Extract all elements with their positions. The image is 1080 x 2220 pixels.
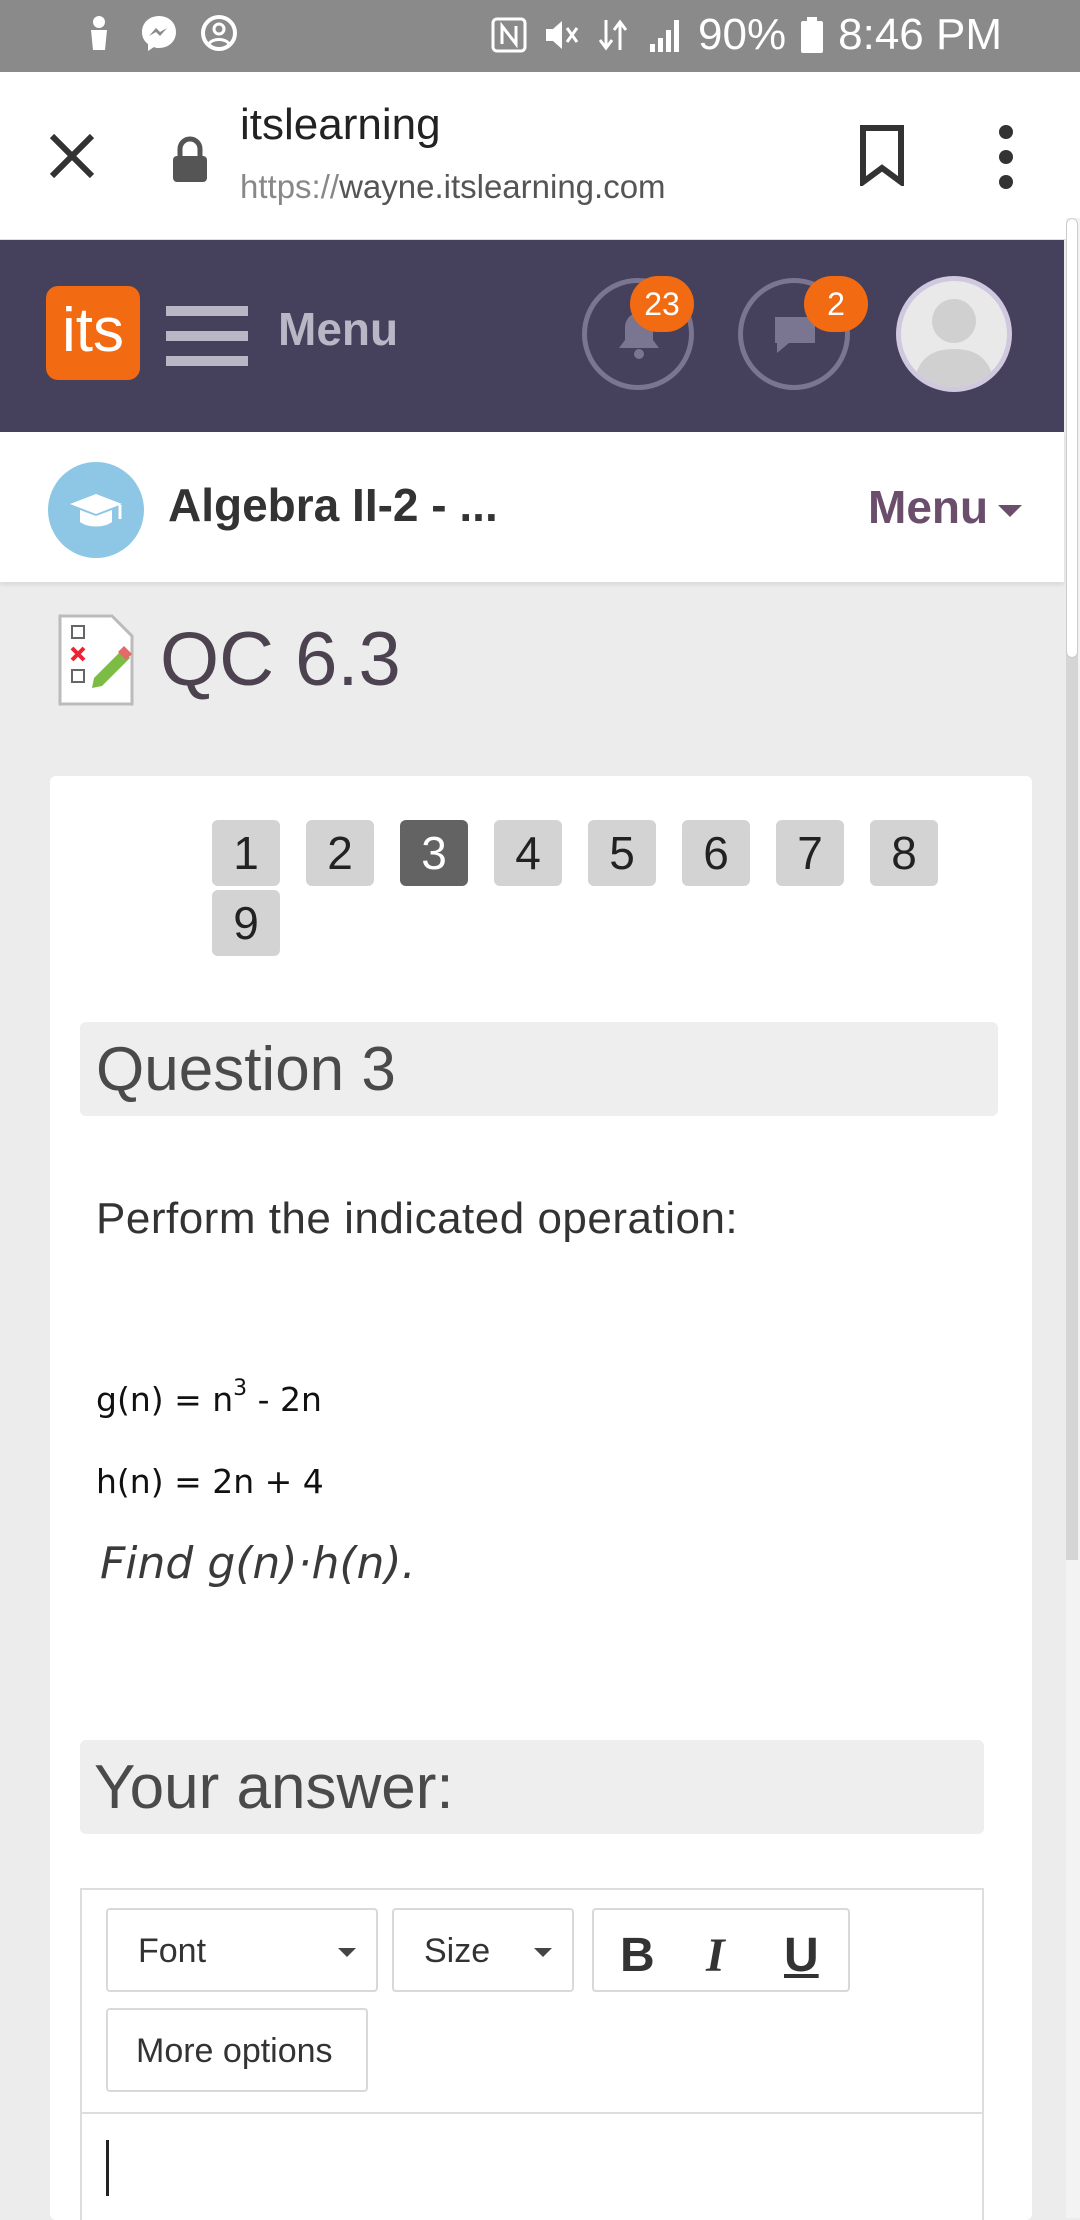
- caret-down-icon: [338, 1948, 356, 1957]
- browser-toolbar: itslearning https://wayne.itslearning.co…: [0, 72, 1080, 240]
- question-nav-5[interactable]: 5: [588, 820, 656, 886]
- question-nav-8[interactable]: 8: [870, 820, 938, 886]
- graduation-cap-icon: [70, 494, 122, 527]
- more-options-button[interactable]: More options: [106, 2008, 368, 2092]
- account-circle-icon: [201, 15, 237, 51]
- g-prefix: g(n) = n: [96, 1380, 234, 1419]
- question-nav-6[interactable]: 6: [682, 820, 750, 886]
- more-options-label: More options: [136, 2032, 333, 2070]
- course-menu-label: Menu: [868, 481, 989, 533]
- messages-badge: 2: [804, 276, 868, 332]
- more-vert-icon[interactable]: [996, 122, 1016, 192]
- status-bar: 90% 8:46 PM: [0, 0, 1080, 72]
- h-function: h(n) = 2n + 4: [96, 1462, 324, 1501]
- answer-heading-box: Your answer:: [80, 1740, 984, 1834]
- main-menu-button[interactable]: Menu: [278, 302, 398, 356]
- answer-text-area[interactable]: [82, 2116, 982, 2220]
- data-icon: [598, 19, 628, 51]
- course-icon[interactable]: [48, 462, 144, 558]
- question-nav-9[interactable]: 9: [212, 890, 280, 956]
- battery-icon: [801, 17, 824, 53]
- mute-icon: [546, 21, 579, 49]
- site-title: itslearning: [240, 100, 441, 149]
- url-bar[interactable]: https://wayne.itslearning.com: [240, 168, 666, 206]
- question-heading-box: Question 3: [80, 1022, 998, 1116]
- question-nav-7[interactable]: 7: [776, 820, 844, 886]
- battery-percent: 90%: [698, 10, 787, 59]
- question-prompt: Perform the indicated operation:: [96, 1194, 739, 1243]
- hamburger-icon[interactable]: [166, 306, 248, 366]
- course-header: Algebra II-2 - ... Menu: [0, 432, 1064, 582]
- scrollbar-lower: [1066, 600, 1078, 1560]
- question-heading: Question 3: [96, 1035, 396, 1104]
- size-label: Size: [424, 1932, 491, 1970]
- course-menu-button[interactable]: Menu: [868, 480, 1023, 534]
- question-nav-1[interactable]: 1: [212, 820, 280, 886]
- font-dropdown[interactable]: Font: [106, 1908, 378, 1992]
- user-icon: [91, 16, 107, 50]
- question-nav-4[interactable]: 4: [494, 820, 562, 886]
- answer-editor: Font Size B I U More options: [80, 1888, 984, 2220]
- test-icon: [58, 614, 134, 706]
- app-header: its Menu 23 2: [0, 240, 1064, 432]
- question-nav-3[interactable]: 3: [400, 820, 468, 886]
- g-exponent: 3: [233, 1376, 248, 1401]
- editor-toolbar: Font Size B I U More options: [82, 1890, 982, 2114]
- text-format-group: B I U: [592, 1908, 850, 1992]
- answer-heading: Your answer:: [94, 1753, 454, 1822]
- person-icon: [913, 299, 995, 387]
- scrollbar-thumb[interactable]: [1066, 218, 1078, 658]
- font-label: Font: [138, 1932, 207, 1970]
- url-host: wayne.itslearning.com: [339, 168, 666, 205]
- question-card: 1 2 3 4 5 6 7 8 9 Question 3 Perform the…: [50, 776, 1032, 2220]
- underline-button[interactable]: U: [784, 1928, 819, 1983]
- caret-down-icon: [534, 1948, 552, 1957]
- url-protocol: https://: [240, 168, 340, 205]
- close-icon[interactable]: [44, 128, 100, 184]
- caret-down-icon: [998, 504, 1023, 517]
- italic-button[interactable]: I: [706, 1928, 725, 1983]
- size-dropdown[interactable]: Size: [392, 1908, 574, 1992]
- course-title[interactable]: Algebra II-2 - ...: [168, 478, 498, 532]
- bookmark-icon[interactable]: [858, 124, 906, 186]
- bold-button[interactable]: B: [620, 1928, 655, 1983]
- user-avatar[interactable]: [896, 276, 1012, 392]
- page-title: QC 6.3: [160, 617, 401, 702]
- g-suffix: - 2n: [247, 1380, 322, 1419]
- text-cursor: [106, 2140, 109, 2196]
- g-function: g(n) = n3 - 2n: [96, 1376, 322, 1419]
- lock-icon: [173, 136, 207, 182]
- signal-icon: [650, 20, 680, 52]
- clock: 8:46 PM: [838, 10, 1002, 59]
- itslearning-logo[interactable]: its: [46, 286, 140, 380]
- nfc-icon: [491, 17, 527, 53]
- notifications-badge: 23: [630, 276, 694, 332]
- question-nav-2[interactable]: 2: [306, 820, 374, 886]
- find-instruction: Find g(n)·h(n).: [100, 1538, 416, 1589]
- messenger-icon: [142, 16, 176, 51]
